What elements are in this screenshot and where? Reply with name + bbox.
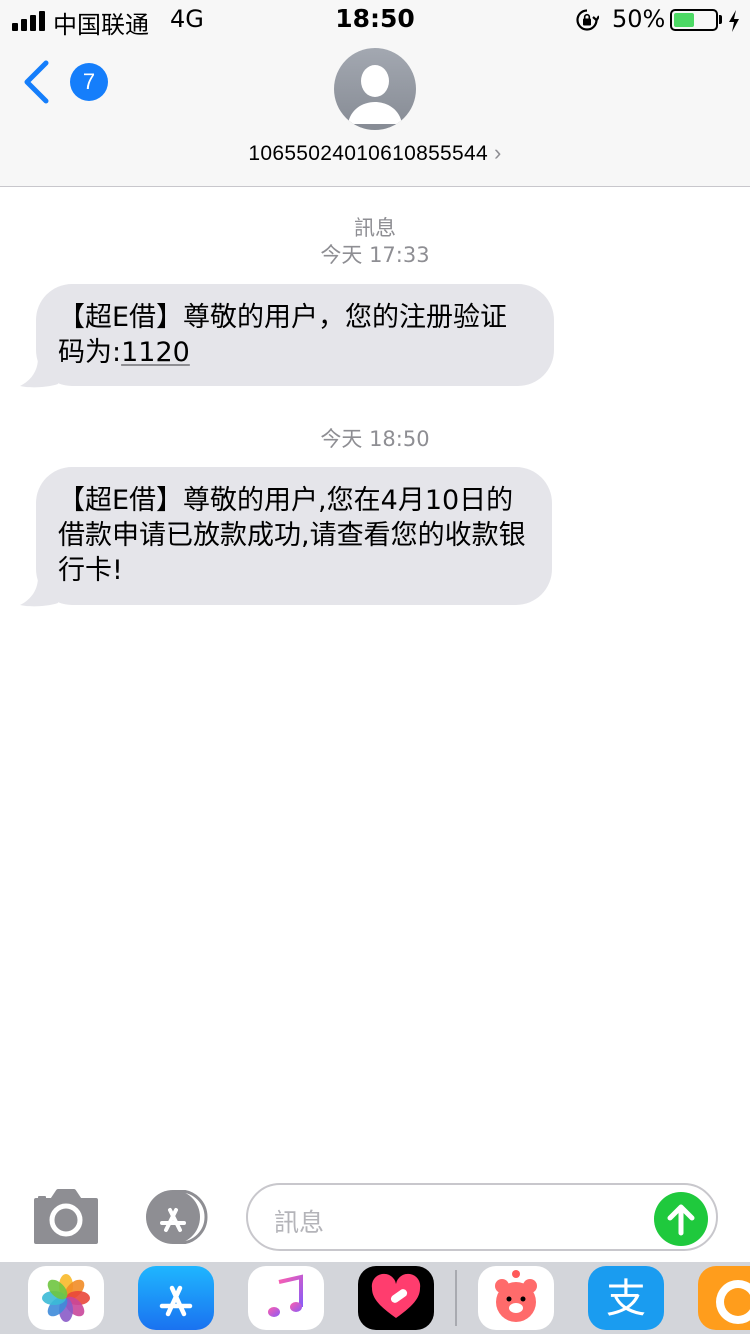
chevron-left-icon <box>24 60 49 104</box>
status-bar: 中国联通 4G 18:50 50% <box>0 0 750 40</box>
message-timestamp: 今天 18:50 <box>320 427 430 451</box>
music-app-icon[interactable] <box>248 1266 324 1330</box>
conversation-header: 中国联通 4G 18:50 50% 7 10655024010610855544 <box>0 0 750 187</box>
charging-bolt-icon <box>729 10 739 32</box>
send-button[interactable] <box>654 1192 708 1246</box>
battery-percent: 50% <box>612 5 666 33</box>
battery-icon <box>670 9 718 31</box>
svg-text:支: 支 <box>606 1276 646 1322</box>
received-message-bubble[interactable]: 【超E借】尊敬的用户，您的注册验证码为:1120 <box>36 284 554 386</box>
app-store-icon[interactable] <box>138 1266 214 1330</box>
person-silhouette-icon <box>348 65 402 124</box>
app-store-icon <box>146 1189 208 1245</box>
battery-level-fill <box>674 13 694 27</box>
drawer-divider <box>455 1270 457 1326</box>
service-label: 訊息 <box>354 216 396 240</box>
received-message-bubble[interactable]: 【超E借】尊敬的用户,您在4月10日的借款申请已放款成功,请查看您的收款银行卡! <box>36 467 552 605</box>
chevron-right-icon: › <box>493 140 502 165</box>
message-timestamp: 今天 17:33 <box>320 243 430 267</box>
unread-count-badge: 7 <box>70 63 108 101</box>
alipay-app-icon[interactable]: 支 <box>588 1266 664 1330</box>
photos-app-icon[interactable] <box>28 1266 104 1330</box>
contact-avatar[interactable] <box>334 48 416 130</box>
uc-browser-app-icon[interactable] <box>698 1266 750 1330</box>
bear-sticker-app-icon[interactable] <box>478 1266 554 1330</box>
message-input[interactable]: 訊息 <box>246 1183 718 1251</box>
verification-code-link[interactable]: 1120 <box>121 337 190 368</box>
arrow-up-icon <box>667 1204 695 1236</box>
heart-sticker-app-icon[interactable] <box>358 1266 434 1330</box>
contact-number-button[interactable]: 10655024010610855544 › <box>0 140 750 166</box>
camera-button[interactable] <box>32 1188 100 1244</box>
back-button[interactable]: 7 <box>18 56 108 106</box>
camera-icon <box>34 1189 98 1244</box>
rotation-lock-icon <box>576 9 599 31</box>
message-placeholder: 訊息 <box>274 1208 325 1237</box>
contact-number: 10655024010610855544 <box>248 142 488 165</box>
app-drawer: 支 <box>0 1262 750 1334</box>
battery-cap <box>719 15 722 24</box>
message-text: 【超E借】尊敬的用户,您在4月10日的借款申请已放款成功,请查看您的收款银行卡! <box>58 485 526 586</box>
app-store-drawer-button[interactable] <box>140 1189 210 1245</box>
